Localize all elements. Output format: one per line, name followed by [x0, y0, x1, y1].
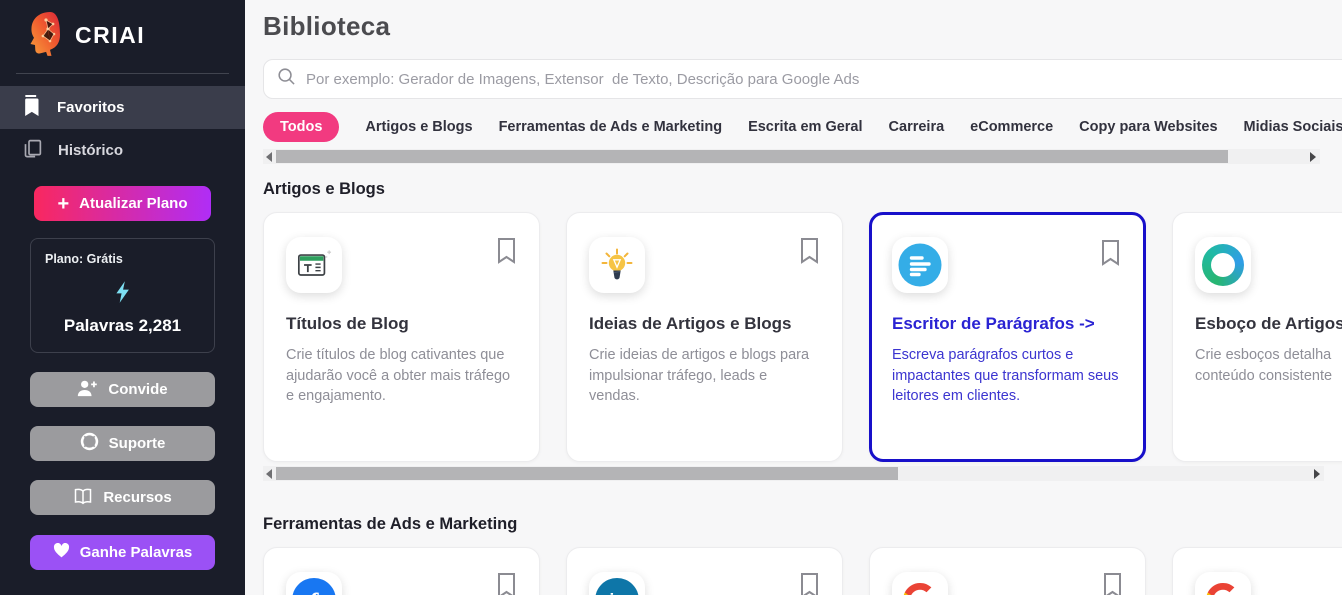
tab-ecommerce[interactable]: eCommerce — [970, 119, 1053, 135]
scroll-right-arrow[interactable] — [1310, 151, 1316, 162]
section-title: Artigos e Blogs — [263, 180, 385, 198]
page-title: Biblioteca — [263, 10, 391, 41]
category-tabs: Todos Artigos e Blogs Ferramentas de Ads… — [263, 112, 1342, 142]
tab-artigos-e-blogs[interactable]: Artigos e Blogs — [365, 119, 472, 135]
plan-card: Plano: Grátis Palavras 2,281 — [30, 238, 215, 353]
bookmark-icon[interactable] — [1100, 239, 1121, 271]
blog-titles-icon — [286, 237, 342, 293]
plan-name: Plano: Grátis — [45, 252, 123, 266]
tool-card-linkedin-ads[interactable]: in — [566, 547, 843, 595]
bookmark-icon[interactable] — [799, 572, 820, 595]
plus-icon: + — [57, 192, 70, 215]
support-button[interactable]: Suporte — [30, 426, 215, 461]
tool-card-facebook-ads[interactable]: f — [263, 547, 540, 595]
tool-card-google-ads-2[interactable] — [1172, 547, 1342, 595]
invite-label: Convide — [108, 381, 168, 398]
outline-ring-icon — [1195, 237, 1251, 293]
facebook-icon: f — [286, 572, 342, 595]
tab-copy-para-websites[interactable]: Copy para Websites — [1079, 119, 1217, 135]
sidebar-item-label: Histórico — [58, 142, 124, 159]
sidebar-nav: Favoritos Histórico — [0, 86, 245, 172]
resources-icon — [73, 487, 93, 509]
tab-escrita-em-geral[interactable]: Escrita em Geral — [748, 119, 862, 135]
bookmark-icon[interactable] — [1102, 572, 1123, 595]
sidebar-divider — [16, 73, 229, 74]
search-icon — [277, 67, 296, 91]
tab-midias-sociais[interactable]: Midias Sociais — [1244, 119, 1342, 135]
heart-icon — [53, 542, 70, 562]
scrollbar-thumb[interactable] — [276, 150, 1228, 163]
scroll-right-arrow[interactable] — [1314, 468, 1320, 479]
brand-name: CRIAI — [75, 22, 146, 48]
bookmark-icon[interactable] — [496, 237, 517, 269]
google-icon — [892, 572, 948, 595]
bookmark-icon[interactable] — [496, 572, 517, 595]
paragraph-icon — [892, 237, 948, 293]
sidebar-item-favoritos[interactable]: Favoritos — [0, 86, 245, 129]
scrollbar-thumb[interactable] — [276, 467, 898, 480]
tool-card-description: Crie esboços detalha conteúdo consistent… — [1195, 347, 1333, 384]
earn-words-label: Ganhe Palavras — [79, 544, 193, 561]
scroll-left-arrow[interactable] — [266, 151, 272, 162]
search-bar[interactable] — [263, 59, 1342, 99]
tab-ferramentas-de-ads[interactable]: Ferramentas de Ads e Marketing — [499, 119, 722, 135]
tab-todos[interactable]: Todos — [263, 112, 340, 142]
support-label: Suporte — [108, 435, 166, 452]
horizontal-scrollbar[interactable] — [263, 466, 1324, 481]
bookmark-icon[interactable] — [799, 237, 820, 269]
cards-row-ads-marketing: f in — [263, 547, 1342, 595]
linkedin-icon: in — [589, 572, 645, 595]
lightbulb-icon — [589, 237, 645, 293]
tool-card-google-ads[interactable] — [869, 547, 1146, 595]
tool-card-ideias-de-artigos[interactable]: Ideias de Artigos e Blogs Crie ideias de… — [566, 212, 843, 462]
tool-card-title: Esboço de Artigos — [1195, 314, 1342, 333]
tool-card-title: Títulos de Blog — [286, 314, 409, 333]
tool-card-description: Crie títulos de blog cativantes que ajud… — [286, 347, 511, 405]
criai-logo-icon — [26, 10, 62, 61]
bookmark-icon — [22, 94, 42, 121]
tool-card-esboco-de-artigos[interactable]: Esboço de Artigos Crie esboços detalha c… — [1172, 212, 1342, 462]
cards-row-artigos: Títulos de Blog Crie títulos de blog cat… — [263, 212, 1342, 462]
tool-card-titulos-de-blog[interactable]: Títulos de Blog Crie títulos de blog cat… — [263, 212, 540, 462]
support-icon — [80, 432, 99, 455]
upgrade-plan-button[interactable]: + Atualizar Plano — [34, 186, 211, 221]
resources-button[interactable]: Recursos — [30, 480, 215, 515]
tool-card-title: Ideias de Artigos e Blogs — [589, 314, 792, 333]
search-input[interactable] — [306, 70, 1342, 88]
history-icon — [22, 138, 43, 163]
tool-card-description: Escreva parágrafos curtos e impactantes … — [892, 347, 1119, 405]
section-title: Ferramentas de Ads e Marketing — [263, 515, 518, 533]
scroll-left-arrow[interactable] — [266, 468, 272, 479]
earn-words-button[interactable]: Ganhe Palavras — [30, 535, 215, 570]
main-content: Biblioteca Fabi f Todos Artigos e Blogs … — [245, 0, 1342, 595]
upgrade-plan-label: Atualizar Plano — [79, 195, 188, 212]
horizontal-scrollbar[interactable] — [263, 149, 1320, 164]
logo-row[interactable]: CRIAI — [0, 0, 245, 71]
sidebar-item-historico[interactable]: Histórico — [0, 129, 245, 172]
invite-icon — [77, 379, 98, 401]
sidebar: CRIAI Favoritos Histórico + Atualizar Pl… — [0, 0, 245, 595]
tab-carreira[interactable]: Carreira — [889, 119, 945, 135]
tool-card-title: Escritor de Parágrafos -> — [892, 314, 1095, 333]
bolt-icon — [45, 280, 200, 304]
tool-card-description: Crie ideias de artigos e blogs para impu… — [589, 347, 810, 405]
sidebar-item-label: Favoritos — [57, 99, 125, 116]
resources-label: Recursos — [103, 489, 172, 506]
google-icon — [1195, 572, 1251, 595]
header: Biblioteca Fabi f — [263, 6, 1342, 46]
tool-card-escritor-de-paragrafos[interactable]: Escritor de Parágrafos -> Escreva parágr… — [869, 212, 1146, 462]
words-counter: Palavras 2,281 — [63, 316, 182, 335]
invite-button[interactable]: Convide — [30, 372, 215, 407]
